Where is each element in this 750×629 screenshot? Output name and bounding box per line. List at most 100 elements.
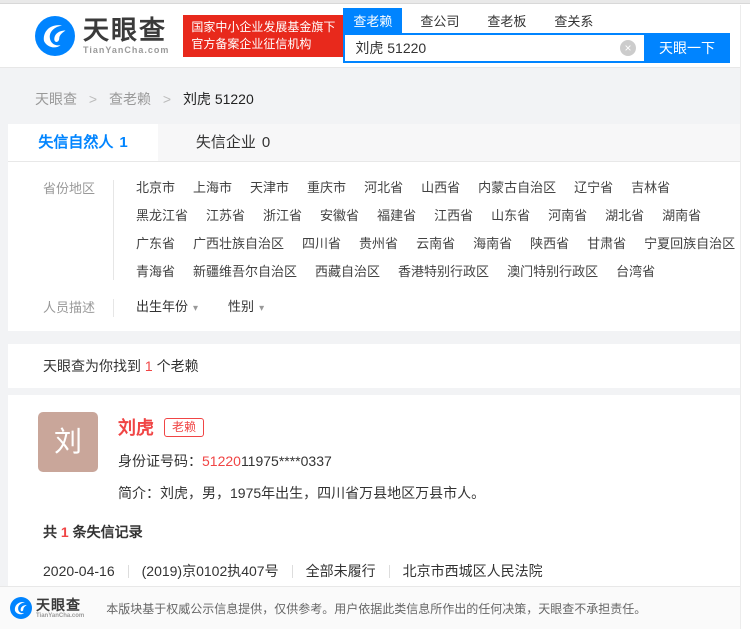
caret-down-icon: ▾: [193, 303, 198, 314]
id-rest: 11975****0337: [241, 453, 332, 469]
record-divider: [389, 565, 390, 578]
filter-dropdown[interactable]: 出生年份▾: [136, 298, 198, 318]
search-input[interactable]: [343, 33, 644, 63]
province-filter-link[interactable]: 陕西省: [530, 235, 569, 253]
id-highlight: 51220: [202, 453, 241, 469]
breadcrumb-home[interactable]: 天眼查: [35, 91, 77, 107]
search-tab[interactable]: 查关系: [544, 8, 603, 33]
summary-suffix: 个老赖: [157, 358, 199, 374]
gov-certification-badge: 国家中小企业发展基金旗下 官方备案企业征信机构: [183, 15, 343, 57]
province-filter-link[interactable]: 贵州省: [359, 235, 398, 253]
record-row[interactable]: 2020-04-16 (2019)京0102执407号 全部未履行 北京市西城区…: [43, 561, 740, 581]
province-filter-link[interactable]: 台湾省: [616, 263, 655, 281]
province-filter-link[interactable]: 广西壮族自治区: [193, 235, 284, 253]
search-box: ×: [343, 33, 644, 63]
province-filter-link[interactable]: 青海省: [136, 263, 175, 281]
province-filter-link[interactable]: 上海市: [193, 179, 232, 197]
logo-text: 天眼查 TianYanCha.com: [83, 17, 169, 55]
footer-logo-title: 天眼查: [36, 598, 84, 612]
province-filter-link[interactable]: 海南省: [473, 235, 512, 253]
footer: 天眼查 TianYanCha.com 本版块基于权威公示信息提供，仅供参考。用户…: [0, 586, 750, 629]
record-court: 北京市西城区人民法院: [403, 561, 543, 581]
filters: 省份地区 北京市上海市天津市重庆市河北省山西省内蒙古自治区辽宁省吉林省黑龙江省江…: [8, 162, 740, 331]
header: 天眼查 TianYanCha.com 国家中小企业发展基金旗下 官方备案企业征信…: [0, 4, 750, 68]
province-filter-link[interactable]: 重庆市: [307, 179, 346, 197]
province-filter-link[interactable]: 北京市: [136, 179, 175, 197]
province-filter-link[interactable]: 湖南省: [662, 207, 701, 225]
record-count-prefix: 共: [43, 524, 57, 540]
search-tabs: 查老赖查公司查老板查关系: [343, 8, 730, 33]
footer-disclaimer: 本版块基于权威公示信息提供，仅供参考。用户依据此类信息所作出的任何决策，天眼查不…: [106, 600, 646, 617]
search-tab[interactable]: 查公司: [410, 8, 469, 33]
province-filter-link[interactable]: 江西省: [434, 207, 473, 225]
gov-badge-line2: 官方备案企业征信机构: [191, 36, 335, 53]
province-filter-link[interactable]: 江苏省: [206, 207, 245, 225]
deadbeat-badge: 老赖: [164, 418, 204, 437]
scrollbar[interactable]: [740, 5, 750, 629]
result-type-tab[interactable]: 失信企业0: [158, 124, 308, 161]
result-type-tab[interactable]: 失信自然人1: [8, 124, 158, 161]
gov-badge-line1: 国家中小企业发展基金旗下: [191, 19, 335, 36]
clear-icon[interactable]: ×: [620, 40, 636, 56]
person-block: 刘 刘虎 老赖 身份证号码：5122011975****0337 简介：刘虎，男…: [38, 412, 740, 503]
site-logo[interactable]: 天眼查 TianYanCha.com: [35, 16, 169, 56]
filter-dropdown[interactable]: 性别▾: [228, 298, 264, 318]
breadcrumb-current: 刘虎 51220: [183, 91, 254, 107]
province-filter-link[interactable]: 新疆维吾尔自治区: [193, 263, 297, 281]
record-divider: [292, 565, 293, 578]
province-filter-link[interactable]: 内蒙古自治区: [478, 179, 556, 197]
filter-divider: [113, 299, 114, 317]
province-filter-link[interactable]: 安徽省: [320, 207, 359, 225]
province-filter-link[interactable]: 山东省: [491, 207, 530, 225]
province-filter-link[interactable]: 香港特别行政区: [398, 263, 489, 281]
province-filter-link[interactable]: 河南省: [548, 207, 587, 225]
logo-title: 天眼查: [83, 17, 169, 43]
search-tab[interactable]: 查老赖: [343, 8, 402, 33]
province-filter-link[interactable]: 广东省: [136, 235, 175, 253]
province-filter-link[interactable]: 黑龙江省: [136, 207, 188, 225]
province-filter-link[interactable]: 甘肃省: [587, 235, 626, 253]
province-filter-link[interactable]: 云南省: [416, 235, 455, 253]
name-row: 刘虎 老赖: [118, 414, 485, 440]
record-status: 全部未履行: [306, 561, 376, 581]
person-name[interactable]: 刘虎: [118, 414, 154, 440]
page: 天眼查 TianYanCha.com 国家中小企业发展基金旗下 官方备案企业征信…: [0, 0, 750, 629]
province-filter-link[interactable]: 澳门特别行政区: [507, 263, 598, 281]
footer-logo-domain: TianYanCha.com: [36, 613, 84, 619]
id-row: 身份证号码：5122011975****0337: [118, 451, 485, 471]
record-divider: [128, 565, 129, 578]
person-filter-label: 人员描述: [43, 298, 105, 318]
province-filter-link[interactable]: 辽宁省: [574, 179, 613, 197]
caret-down-icon: ▾: [259, 303, 264, 314]
province-filter-link[interactable]: 天津市: [250, 179, 289, 197]
search-row: × 天眼一下: [343, 33, 730, 63]
province-filter-link[interactable]: 西藏自治区: [315, 263, 380, 281]
record-count: 1: [61, 524, 69, 540]
province-filter-link[interactable]: 宁夏回族自治区: [644, 235, 735, 253]
province-filter-link[interactable]: 山西省: [421, 179, 460, 197]
search-area: 查老赖查公司查老板查关系 × 天眼一下: [343, 8, 730, 63]
intro-row: 简介：刘虎，男，1975年出生，四川省万县地区万县市人。: [118, 483, 485, 503]
province-filter-link[interactable]: 吉林省: [631, 179, 670, 197]
summary-count: 1: [145, 358, 153, 374]
search-tab[interactable]: 查老板: [477, 8, 536, 33]
result-type-tabs: 失信自然人1失信企业0: [8, 124, 740, 162]
search-button[interactable]: 天眼一下: [644, 33, 730, 63]
result-summary: 天眼查为你找到 1 个老赖: [8, 344, 740, 388]
province-filter-link[interactable]: 河北省: [364, 179, 403, 197]
breadcrumb-section[interactable]: 查老赖: [109, 91, 151, 107]
person-filter-dropdowns: 出生年份▾ 性别▾: [136, 298, 264, 318]
breadcrumb-separator-icon: >: [163, 91, 171, 107]
filter-divider: [113, 180, 114, 280]
province-filter-row: 省份地区 北京市上海市天津市重庆市河北省山西省内蒙古自治区辽宁省吉林省黑龙江省江…: [43, 179, 740, 281]
province-filter-link[interactable]: 湖北省: [605, 207, 644, 225]
footer-logo[interactable]: 天眼查 TianYanCha.com: [10, 597, 84, 619]
province-filter-link[interactable]: 浙江省: [263, 207, 302, 225]
avatar[interactable]: 刘: [38, 412, 98, 472]
tianyancha-eye-icon: [10, 597, 32, 619]
filter-card: 失信自然人1失信企业0 省份地区 北京市上海市天津市重庆市河北省山西省内蒙古自治…: [8, 124, 740, 331]
province-filter-label: 省份地区: [43, 179, 105, 281]
province-filter-link[interactable]: 福建省: [377, 207, 416, 225]
province-filter-link[interactable]: 四川省: [302, 235, 341, 253]
record-count-row: 共 1 条失信记录: [43, 522, 740, 542]
